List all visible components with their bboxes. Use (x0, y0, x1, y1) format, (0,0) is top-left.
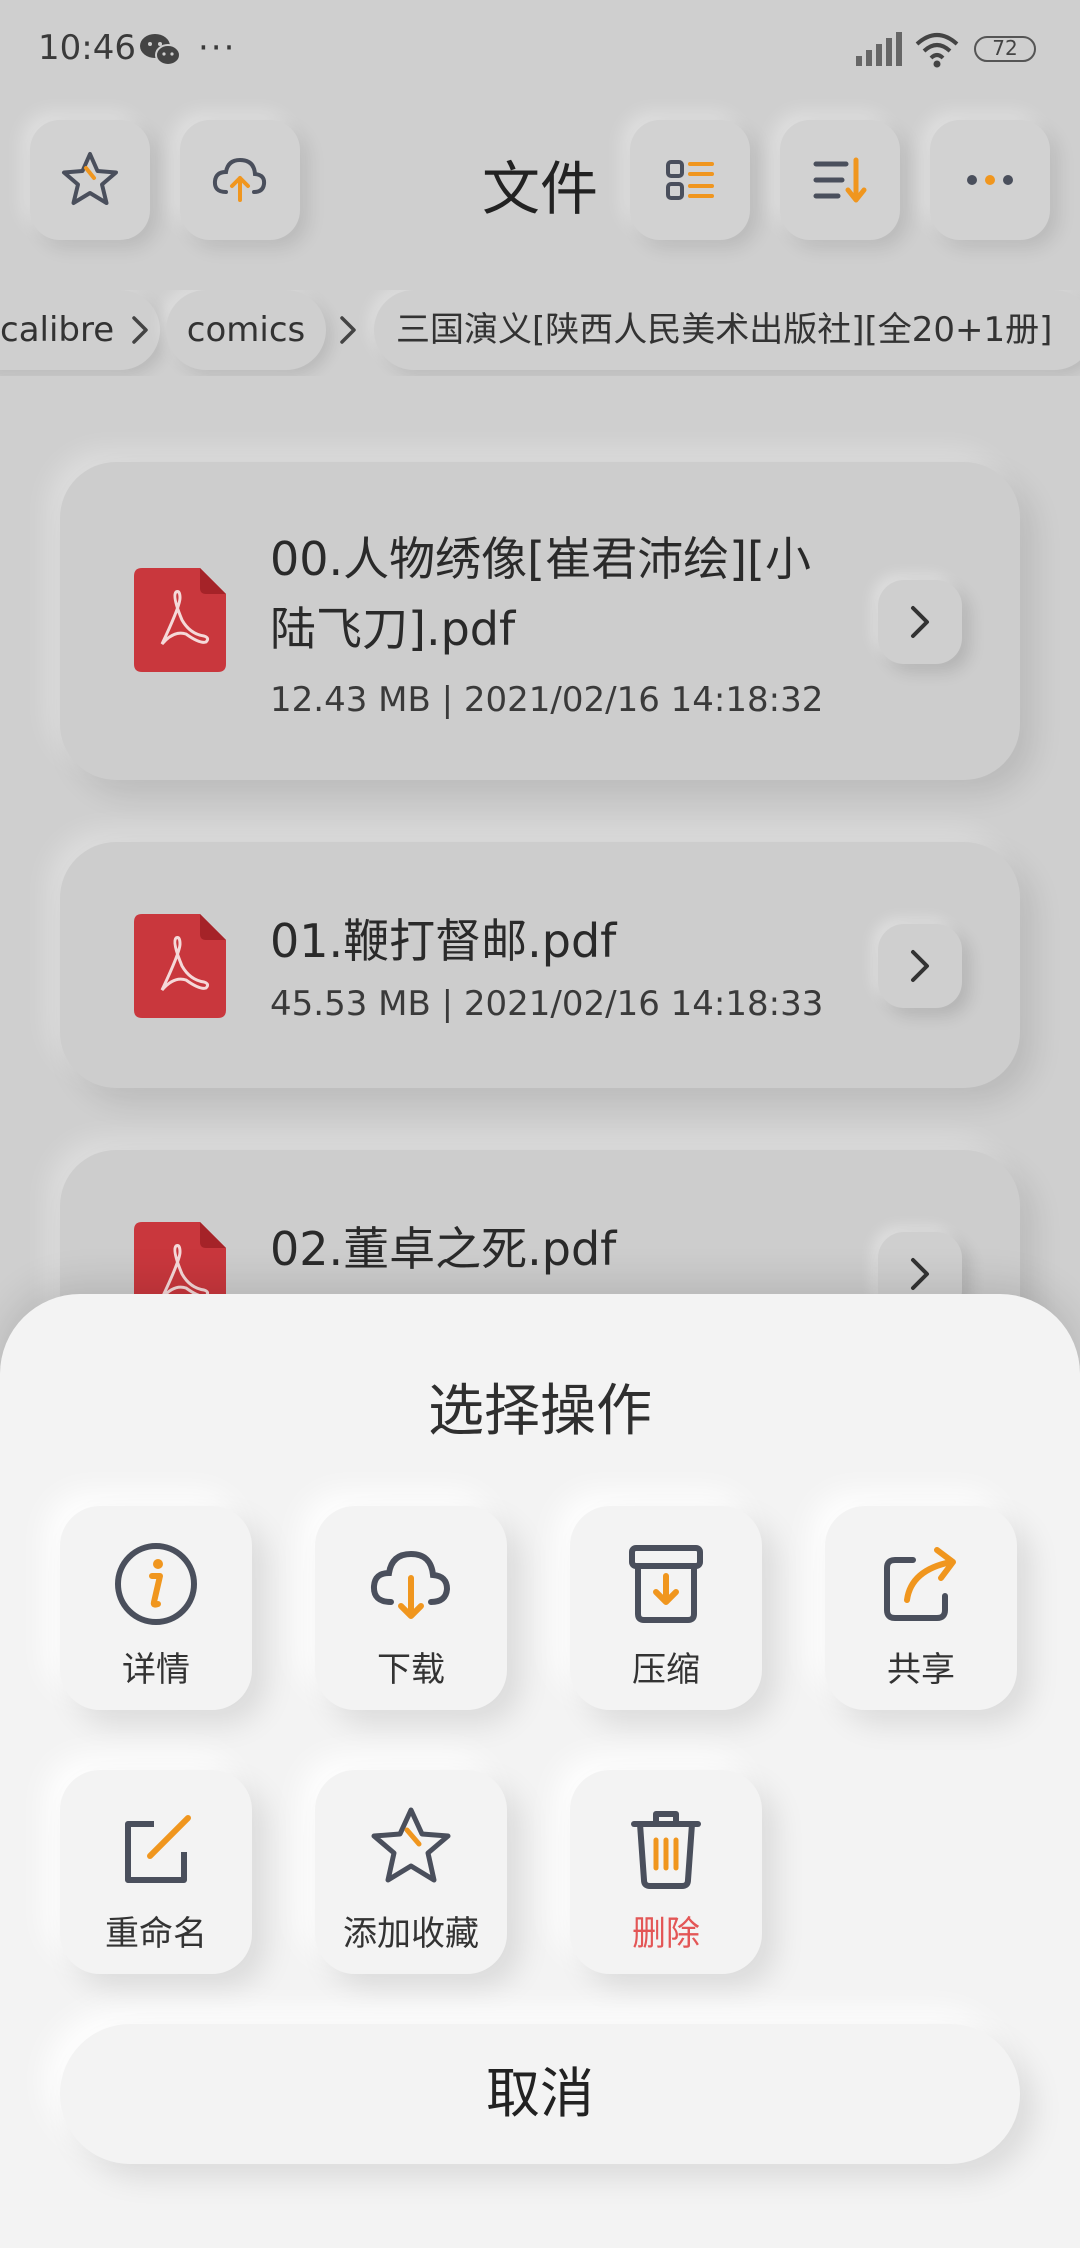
rename-icon (125, 1815, 191, 1883)
top-toolbar: 文件 (0, 110, 1080, 250)
archive-icon (629, 1545, 703, 1623)
file-manager-screen: 10:46 ··· 72 文件 calibre comics 三国演义[陕西人民… (0, 0, 1080, 2248)
chevron-right-icon (340, 316, 356, 344)
more-options-button[interactable] (930, 120, 1050, 240)
share-button[interactable]: 共享 (825, 1506, 1017, 1710)
info-icon (115, 1543, 197, 1625)
action-label: 下载 (377, 1650, 445, 1690)
pdf-file-icon (134, 914, 226, 1018)
chevron-right-icon (132, 316, 148, 344)
chevron-right-icon (911, 1258, 929, 1290)
file-meta: 12.43 MB | 2021/02/16 14:18:32 (270, 680, 824, 720)
action-label: 重命名 (105, 1914, 207, 1954)
details-button[interactable]: 详情 (60, 1506, 252, 1710)
download-button[interactable]: 下载 (315, 1506, 507, 1710)
share-icon (884, 1547, 956, 1621)
action-label: 删除 (632, 1914, 700, 1954)
open-file-button[interactable] (878, 924, 962, 1008)
pdf-file-icon (134, 568, 226, 672)
battery-indicator: 72 (974, 36, 1036, 62)
breadcrumb-item-comics[interactable]: comics (166, 290, 326, 370)
action-sheet: 选择操作 详情 下载 压缩 共享 重命名 添加收藏 删除 取消 (0, 1294, 1080, 2248)
sort-icon (813, 157, 867, 203)
action-label: 共享 (887, 1650, 955, 1690)
signal-icon (856, 32, 902, 66)
star-icon (371, 1807, 451, 1883)
page-title: 文件 (481, 155, 598, 223)
chevron-right-icon (911, 950, 929, 982)
cloud-upload-icon (212, 157, 267, 202)
compress-button[interactable]: 压缩 (570, 1506, 762, 1710)
add-favorite-button[interactable]: 添加收藏 (315, 1770, 507, 1974)
file-meta: 45.53 MB | 2021/02/16 14:18:33 (270, 984, 824, 1024)
action-label: 压缩 (632, 1650, 700, 1690)
breadcrumb-item-current[interactable]: 三国演义[陕西人民美术出版社][全20+1册] (374, 290, 1080, 370)
trash-icon (631, 1811, 701, 1889)
wifi-icon (915, 33, 959, 68)
file-name: 02.董卓之死.pdf (270, 1222, 617, 1276)
cancel-button[interactable]: 取消 (60, 2024, 1020, 2164)
breadcrumb-label: comics (186, 310, 306, 350)
sort-button[interactable] (780, 120, 900, 240)
breadcrumb: calibre comics 三国演义[陕西人民美术出版社][全20+1册] (0, 290, 1080, 376)
wechat-icon (140, 34, 181, 66)
breadcrumb-label: 三国演义[陕西人民美术出版社][全20+1册] (396, 310, 1053, 350)
file-item[interactable]: 01.鞭打督邮.pdf 45.53 MB | 2021/02/16 14:18:… (60, 842, 1020, 1088)
file-name-line: 00.人物绣像[崔君沛绘][小 (270, 532, 811, 586)
sheet-title: 选择操作 (428, 1379, 652, 1444)
status-time: 10:46 (38, 28, 136, 68)
status-more-icon: ··· (198, 28, 237, 68)
chevron-right-icon (911, 606, 929, 638)
view-mode-button[interactable] (630, 120, 750, 240)
file-name: 01.鞭打督邮.pdf (270, 914, 617, 968)
status-bar: 10:46 ··· 72 (0, 0, 1080, 100)
file-item[interactable]: 00.人物绣像[崔君沛绘][小 陆飞刀].pdf 12.43 MB | 2021… (60, 462, 1020, 780)
cloud-upload-button[interactable] (180, 120, 300, 240)
open-file-button[interactable] (878, 580, 962, 664)
action-label: 详情 (122, 1650, 190, 1690)
file-name: 00.人物绣像[崔君沛绘][小 陆飞刀].pdf (270, 524, 830, 664)
rename-button[interactable]: 重命名 (60, 1770, 252, 1974)
more-icon (967, 175, 1013, 185)
breadcrumb-label: calibre (0, 310, 115, 350)
action-label: 添加收藏 (343, 1914, 479, 1954)
list-view-icon (666, 160, 714, 200)
cloud-download-icon (370, 1550, 451, 1619)
star-icon (62, 152, 118, 205)
file-name-line: 陆飞刀].pdf (270, 602, 516, 656)
favorites-button[interactable] (30, 120, 150, 240)
delete-button[interactable]: 删除 (570, 1770, 762, 1974)
